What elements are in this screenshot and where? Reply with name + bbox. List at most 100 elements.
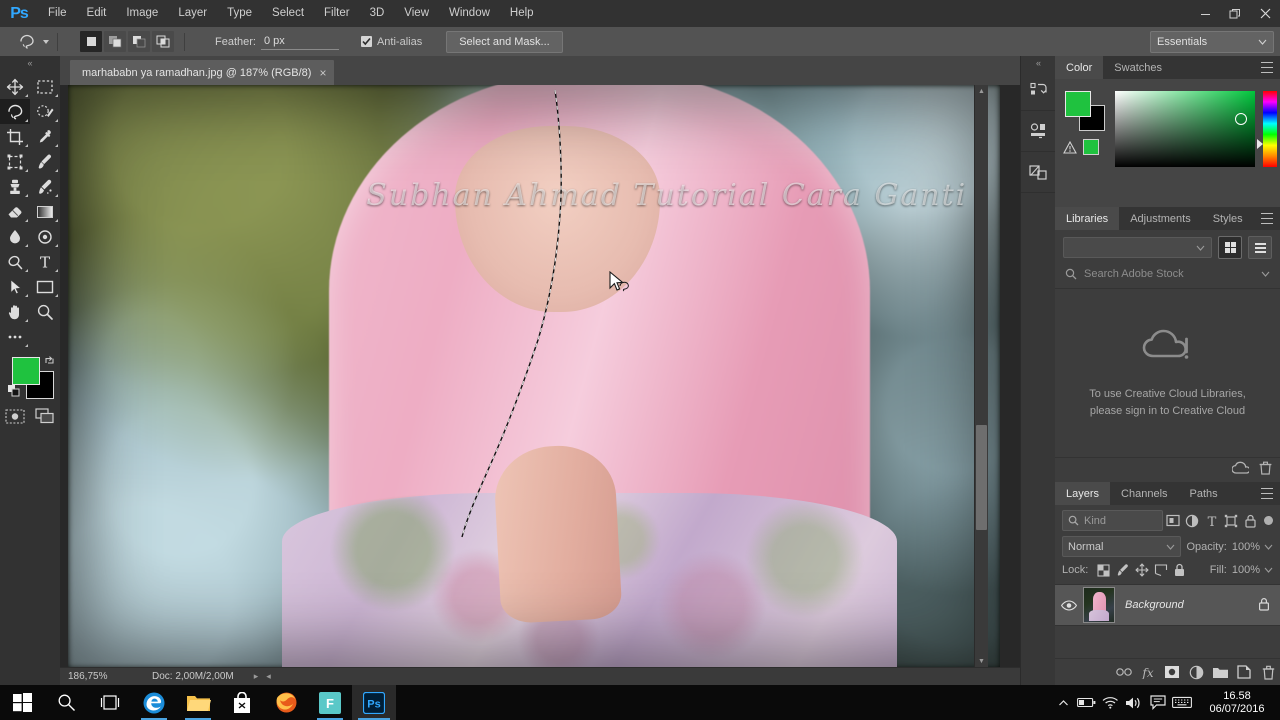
foxit-icon[interactable]: F — [308, 685, 352, 720]
edit-in-quick-mask-mode-button[interactable] — [0, 403, 30, 429]
tab-paths[interactable]: Paths — [1179, 482, 1229, 505]
more-tools-button[interactable] — [0, 324, 30, 349]
menu-type[interactable]: Type — [217, 0, 262, 27]
menu-layer[interactable]: Layer — [168, 0, 217, 27]
workspace-switcher[interactable]: Essentials — [1150, 31, 1274, 53]
table-row[interactable]: Background — [1055, 584, 1280, 626]
tab-libraries[interactable]: Libraries — [1055, 207, 1120, 230]
filter-shape-icon[interactable] — [1221, 511, 1240, 530]
blend-mode-select[interactable]: Normal — [1062, 536, 1181, 557]
layer-locked-icon[interactable] — [1258, 597, 1270, 614]
filter-adjustment-icon[interactable] — [1183, 511, 1202, 530]
layer-style-fx-icon[interactable]: fx — [1136, 659, 1160, 685]
zoom-level-field[interactable]: 186,75% — [60, 671, 126, 682]
new-adjustment-layer-icon[interactable] — [1184, 659, 1208, 685]
delete-icon[interactable] — [1259, 461, 1272, 478]
color-picker-field[interactable] — [1115, 91, 1255, 167]
brush-tool[interactable] — [30, 149, 60, 174]
path-selection-tool[interactable] — [0, 274, 30, 299]
foreground-color-swatch[interactable] — [12, 357, 40, 385]
new-group-icon[interactable] — [1208, 659, 1232, 685]
history-panel-icon[interactable] — [1021, 70, 1056, 111]
intersect-with-selection-button[interactable] — [152, 31, 174, 52]
dodge-tool[interactable] — [0, 249, 30, 274]
hue-slider-marker[interactable] — [1257, 139, 1263, 149]
add-to-selection-button[interactable] — [104, 31, 126, 52]
healing-brush-tool[interactable] — [30, 174, 60, 199]
new-layer-icon[interactable] — [1232, 659, 1256, 685]
tab-styles[interactable]: Styles — [1202, 207, 1254, 230]
library-select[interactable] — [1063, 237, 1212, 258]
quick-selection-tool[interactable] — [30, 99, 60, 124]
tab-swatches[interactable]: Swatches — [1103, 56, 1173, 79]
menu-filter[interactable]: Filter — [314, 0, 360, 27]
lock-position-icon[interactable] — [1132, 562, 1151, 578]
properties-panel-icon[interactable] — [1021, 111, 1056, 152]
eraser-tool[interactable] — [0, 199, 30, 224]
antialias-checkbox[interactable] — [360, 36, 372, 47]
sync-cloud-icon[interactable] — [1231, 461, 1251, 478]
frame-tool[interactable] — [0, 149, 30, 174]
clone-stamp-tool[interactable] — [0, 174, 30, 199]
task-view-icon[interactable] — [88, 685, 132, 720]
layers-panel-menu-icon[interactable] — [1261, 488, 1273, 499]
rail-collapse-button[interactable]: « — [1021, 56, 1056, 70]
layer-name[interactable]: Background — [1125, 599, 1184, 611]
menu-view[interactable]: View — [394, 0, 439, 27]
document-canvas[interactable]: Subhan Ahmad Tutorial Cara Ganti ▲ ▼ — [68, 85, 1000, 668]
store-icon[interactable] — [220, 685, 264, 720]
libraries-panel-menu-icon[interactable] — [1261, 213, 1273, 224]
action-center-icon[interactable] — [1146, 685, 1170, 720]
fill-chevron-icon[interactable] — [1264, 564, 1273, 576]
search-filter-chevron-icon[interactable] — [1261, 268, 1270, 280]
zoom-tool[interactable] — [30, 299, 60, 324]
fill-control[interactable]: Fill: 100% — [1210, 564, 1273, 576]
menu-file[interactable]: File — [38, 0, 77, 27]
tools-collapse-button[interactable]: « — [0, 56, 60, 70]
grid-view-button[interactable] — [1218, 236, 1242, 259]
color-picker-marker[interactable] — [1235, 113, 1247, 125]
tab-channels[interactable]: Channels — [1110, 482, 1178, 505]
blur-tool[interactable] — [0, 224, 30, 249]
filter-smartobject-icon[interactable] — [1241, 511, 1260, 530]
new-selection-button[interactable] — [80, 31, 102, 52]
scroll-up-arrow-icon[interactable]: ▲ — [975, 85, 988, 98]
tab-adjustments[interactable]: Adjustments — [1119, 207, 1202, 230]
menu-window[interactable]: Window — [439, 0, 500, 27]
opacity-chevron-icon[interactable] — [1264, 541, 1273, 553]
feather-input[interactable] — [260, 33, 339, 50]
add-layer-mask-icon[interactable] — [1160, 659, 1184, 685]
close-document-icon[interactable]: × — [319, 67, 326, 79]
type-tool[interactable]: T — [30, 249, 60, 274]
menu-select[interactable]: Select — [262, 0, 314, 27]
gradient-tool[interactable] — [30, 199, 60, 224]
keyboard-icon[interactable] — [1170, 685, 1194, 720]
edge-icon[interactable] — [132, 685, 176, 720]
list-view-button[interactable] — [1248, 236, 1272, 259]
marquee-tool[interactable] — [30, 74, 60, 99]
wifi-icon[interactable] — [1098, 685, 1122, 720]
lock-image-pixels-icon[interactable] — [1113, 562, 1132, 578]
change-screen-mode-button[interactable] — [30, 403, 60, 429]
filter-type-icon[interactable]: T — [1202, 511, 1221, 530]
filter-enable-toggle[interactable] — [1264, 516, 1274, 525]
tool-preset-chevron-icon[interactable] — [43, 39, 49, 44]
taskbar-clock[interactable]: 16.58 06/07/2016 — [1194, 690, 1280, 716]
close-button[interactable] — [1250, 0, 1280, 27]
vertical-scroll-thumb[interactable] — [976, 425, 987, 530]
swap-colors-icon[interactable] — [44, 355, 55, 368]
gamut-warning-icon[interactable] — [1063, 139, 1099, 155]
select-and-mask-button[interactable]: Select and Mask... — [446, 30, 563, 53]
menu-edit[interactable]: Edit — [77, 0, 117, 27]
search-icon[interactable] — [44, 685, 88, 720]
battery-icon[interactable] — [1074, 685, 1098, 720]
opacity-control[interactable]: Opacity: 100% — [1187, 541, 1274, 553]
layer-visibility-eye-icon[interactable] — [1055, 599, 1083, 611]
lock-all-icon[interactable] — [1170, 562, 1189, 578]
file-explorer-icon[interactable] — [176, 685, 220, 720]
default-colors-icon[interactable] — [8, 385, 21, 401]
color-panel-foreground-swatch[interactable] — [1065, 91, 1091, 117]
document-tab[interactable]: marhababn ya ramadhan.jpg @ 187% (RGB/8)… — [70, 60, 335, 85]
tab-layers[interactable]: Layers — [1055, 482, 1111, 505]
move-tool[interactable] — [0, 74, 30, 99]
